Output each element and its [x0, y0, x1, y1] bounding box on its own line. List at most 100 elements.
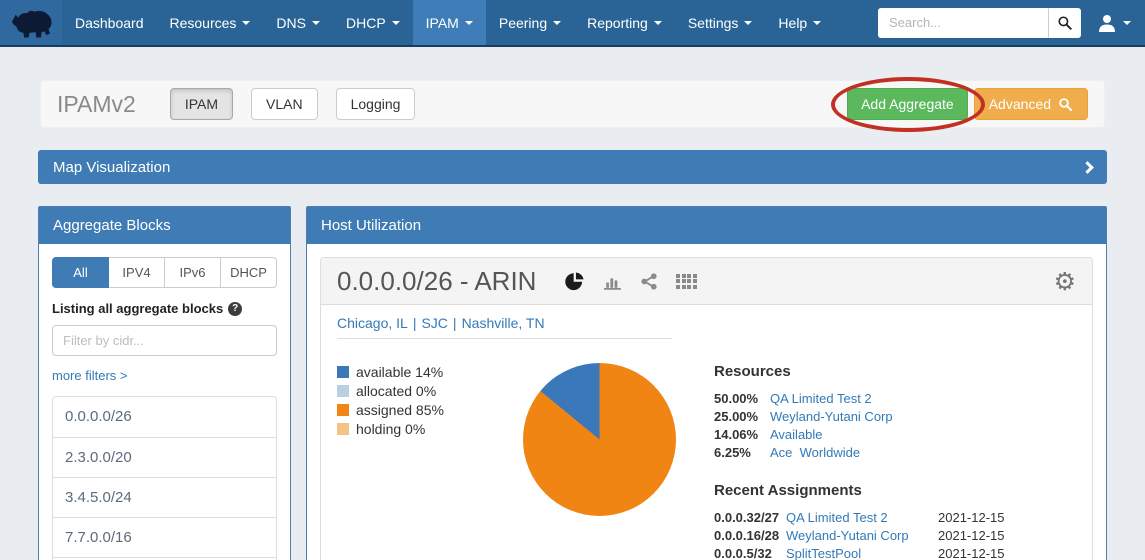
nav-dns[interactable]: DNS: [263, 0, 333, 45]
nav-peering[interactable]: Peering: [486, 0, 574, 45]
tab-vlan-button[interactable]: VLAN: [251, 88, 318, 120]
assignment-cidr: 0.0.0.16/28: [714, 528, 786, 543]
more-filters-link[interactable]: more filters >: [52, 368, 128, 383]
caret-down-icon: [242, 21, 250, 25]
resource-link[interactable]: Ace Worldwide: [770, 445, 860, 460]
tab-all[interactable]: All: [52, 257, 109, 288]
assignment-row: 0.0.0.32/27QA Limited Test 22021-12-15: [714, 510, 1005, 525]
resource-link[interactable]: Weyland-Yutani Corp: [770, 409, 893, 424]
caret-down-icon: [654, 21, 662, 25]
grid-view-button[interactable]: [676, 274, 697, 289]
assignment-link[interactable]: QA Limited Test 2: [786, 510, 938, 525]
list-item[interactable]: 2.3.0.0/20: [53, 437, 276, 477]
page-title: IPAMv2: [57, 91, 136, 118]
legend-label: available 14%: [356, 364, 443, 380]
listing-label: Listing all aggregate blocks: [52, 301, 223, 316]
assignment-link[interactable]: SplitTestPool: [786, 546, 938, 560]
list-item[interactable]: 0.0.0.0/26: [53, 397, 276, 437]
nav-dashboard[interactable]: Dashboard: [62, 0, 157, 45]
pipe-separator: |: [453, 315, 457, 331]
chevron-right-icon: [1081, 161, 1094, 174]
location-link[interactable]: SJC: [421, 315, 447, 331]
nav-settings[interactable]: Settings: [675, 0, 766, 45]
search-button[interactable]: [1048, 8, 1081, 38]
recent-assignments-title: Recent Assignments: [714, 482, 1005, 499]
legend-swatch-assigned: [337, 404, 349, 416]
block-title: 0.0.0.0/26 - ARIN: [337, 266, 536, 297]
advanced-label: Advanced: [989, 96, 1051, 112]
tab-ipam-button[interactable]: IPAM: [170, 88, 233, 120]
resource-link[interactable]: Available: [770, 427, 823, 442]
nav-reporting[interactable]: Reporting: [574, 0, 675, 45]
nav-label: IPAM: [426, 15, 459, 31]
resource-link[interactable]: QA Limited Test 2: [770, 391, 872, 406]
search-icon: [1057, 15, 1073, 31]
pie-chart: [523, 363, 676, 516]
nav-help[interactable]: Help: [765, 0, 834, 45]
location-link[interactable]: Chicago, IL: [337, 315, 408, 331]
legend-label: allocated 0%: [356, 383, 436, 399]
caret-down-icon: [1123, 21, 1131, 25]
nav-label: Settings: [688, 15, 739, 31]
resource-pct: 6.25%: [714, 445, 770, 460]
resource-row: 25.00%Weyland-Yutani Corp: [714, 409, 1005, 424]
user-icon: [1097, 13, 1117, 33]
map-visualization-label: Map Visualization: [53, 159, 170, 176]
pipe-separator: |: [413, 315, 417, 331]
legend-row: assigned 85%: [337, 402, 477, 418]
share-button[interactable]: [640, 272, 659, 291]
nav-label: DHCP: [346, 15, 386, 31]
aggregate-block-list: 0.0.0.0/26 2.3.0.0/20 3.4.5.0/24 7.7.0.0…: [52, 396, 277, 560]
legend-row: available 14%: [337, 364, 477, 380]
nav-resources[interactable]: Resources: [157, 0, 264, 45]
grid-icon: [676, 274, 697, 289]
nav-label: Help: [778, 15, 807, 31]
bar-chart-view-button[interactable]: [602, 271, 623, 292]
user-menu[interactable]: [1097, 13, 1131, 33]
search-input[interactable]: [878, 8, 1048, 38]
legend-row: allocated 0%: [337, 383, 477, 399]
bar-chart-icon: [602, 271, 623, 292]
gear-icon[interactable]: ⚙: [1054, 269, 1076, 294]
caret-down-icon: [813, 21, 821, 25]
map-visualization-bar[interactable]: Map Visualization: [38, 150, 1107, 184]
location-links: Chicago, IL|SJC|Nashville, TN: [337, 315, 672, 339]
assignment-row: 0.0.0.5/32SplitTestPool2021-12-15: [714, 546, 1005, 560]
nav-label: Reporting: [587, 15, 648, 31]
resource-pct: 14.06%: [714, 427, 770, 442]
assignment-link[interactable]: Weyland-Yutani Corp: [786, 528, 938, 543]
nav-label: DNS: [276, 15, 306, 31]
caret-down-icon: [553, 21, 561, 25]
tab-ipv4[interactable]: IPV4: [109, 257, 165, 288]
tab-dhcp[interactable]: DHCP: [221, 257, 277, 288]
cidr-filter-input[interactable]: [52, 325, 277, 356]
help-icon[interactable]: ?: [228, 302, 242, 316]
pie-legend: available 14% allocated 0% assigned 85% …: [337, 361, 477, 560]
resource-row: 14.06%Available: [714, 427, 1005, 442]
add-aggregate-button[interactable]: Add Aggregate: [847, 88, 968, 120]
tab-ipv6[interactable]: IPv6: [165, 257, 221, 288]
caret-down-icon: [312, 21, 320, 25]
resource-pct: 25.00%: [714, 409, 770, 424]
legend-label: holding 0%: [356, 421, 425, 437]
assignment-cidr: 0.0.0.32/27: [714, 510, 786, 525]
resource-row: 50.00%QA Limited Test 2: [714, 391, 1005, 406]
logo-rhino[interactable]: [0, 0, 62, 45]
pie-view-button[interactable]: [564, 271, 585, 292]
tab-logging-button[interactable]: Logging: [336, 88, 416, 120]
nav-label: Peering: [499, 15, 547, 31]
nav-dhcp[interactable]: DHCP: [333, 0, 413, 45]
ipam-toolbar: IPAMv2 IPAM VLAN Logging Add Aggregate A…: [40, 80, 1105, 128]
nav-label: Resources: [170, 15, 237, 31]
caret-down-icon: [465, 21, 473, 25]
list-item[interactable]: 3.4.5.0/24: [53, 477, 276, 517]
location-link[interactable]: Nashville, TN: [462, 315, 545, 331]
resource-row: 6.25%Ace Worldwide: [714, 445, 1005, 460]
advanced-search-button[interactable]: Advanced: [974, 88, 1088, 120]
assignment-date: 2021-12-15: [938, 546, 1005, 560]
list-item[interactable]: 7.7.0.0/16: [53, 517, 276, 557]
nav-ipam[interactable]: IPAM: [413, 0, 486, 45]
top-navbar: Dashboard Resources DNS DHCP IPAM Peerin…: [0, 0, 1145, 47]
rhino-icon: [8, 4, 54, 42]
assignment-cidr: 0.0.0.5/32: [714, 546, 786, 560]
